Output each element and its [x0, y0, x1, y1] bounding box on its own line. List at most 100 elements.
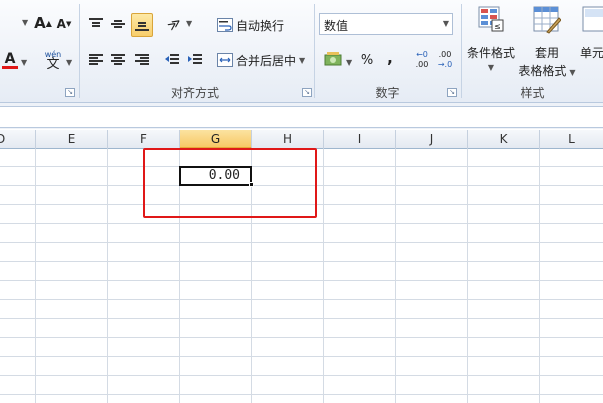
table-format-arrow-icon: ▼: [569, 68, 576, 77]
orientation-dropdown-arrow[interactable]: ▼: [186, 19, 192, 28]
merge-dropdown-arrow[interactable]: ▼: [299, 56, 305, 65]
conditional-format-button[interactable]: ≤ 条件格式 ▼: [465, 6, 517, 78]
font-launcher-icon[interactable]: ↘: [65, 88, 75, 97]
format-as-table-icon: [533, 6, 561, 34]
accounting-format-button[interactable]: [322, 50, 344, 70]
align-left-icon: [89, 54, 103, 65]
font-color-swatch: [2, 65, 18, 69]
align-left-button[interactable]: [87, 50, 105, 70]
alignment-launcher-icon[interactable]: ↘: [302, 88, 312, 97]
column-line: [35, 149, 36, 403]
percent-style-button[interactable]: %: [357, 50, 377, 70]
increase-decimal-bottom: .00: [415, 60, 429, 69]
font-size-dropdown-arrow[interactable]: ▼: [22, 18, 28, 27]
row-line: [0, 337, 603, 338]
grow-font-button[interactable]: A ▲: [33, 12, 53, 34]
align-middle-icon: [111, 20, 125, 28]
number-format-value: 数值: [324, 19, 349, 33]
row-line: [0, 318, 603, 319]
column-header-i[interactable]: I: [324, 130, 396, 149]
row-line: [0, 394, 603, 395]
merge-center-label: 合并后居中: [236, 53, 297, 68]
conditional-format-icon: ≤: [478, 6, 504, 32]
phonetic-button[interactable]: wén 文: [42, 48, 64, 72]
column-label: D: [0, 132, 6, 146]
accounting-icon: [324, 52, 342, 66]
orientation-button[interactable]: ≫: [165, 14, 185, 34]
phonetic-dropdown-arrow[interactable]: ▼: [66, 58, 72, 67]
increase-decimal-button[interactable]: ←0 .00: [411, 48, 433, 72]
number-format-dropdown[interactable]: 数值 ▼: [319, 13, 453, 35]
align-right-icon: [135, 54, 149, 65]
highlight-annotation-box: [143, 148, 317, 218]
format-as-table-button[interactable]: 套用 表格格式 ▼: [518, 6, 576, 78]
font-color-label: A: [4, 50, 16, 67]
decrease-indent-button[interactable]: [163, 50, 181, 70]
font-color-dropdown-arrow[interactable]: ▼: [21, 58, 27, 67]
wrap-text-button[interactable]: 自动换行: [217, 15, 289, 35]
column-header-l[interactable]: L: [540, 130, 603, 149]
align-bottom-icon: [135, 22, 149, 31]
number-group-label: 数字: [375, 86, 400, 100]
decrease-indent-icon: [165, 54, 179, 64]
row-line: [0, 242, 603, 243]
align-bottom-button[interactable]: [131, 13, 153, 37]
align-middle-button[interactable]: [109, 14, 127, 34]
table-format-label-1: 套用: [534, 46, 559, 60]
row-line: [0, 299, 603, 300]
grow-arrow-icon: ▲: [45, 18, 52, 28]
column-header-f[interactable]: F: [108, 130, 180, 149]
styles-group-label: 样式: [520, 86, 545, 100]
formula-input[interactable]: [0, 106, 603, 128]
align-right-button[interactable]: [133, 50, 151, 70]
table-format-label-2-wrap: 表格格式 ▼: [518, 62, 576, 79]
wrap-text-label: 自动换行: [236, 18, 285, 33]
number-launcher-icon[interactable]: ↘: [447, 88, 457, 97]
row-line: [0, 223, 603, 224]
accounting-dropdown-arrow[interactable]: ▼: [346, 58, 352, 67]
comma-style-button[interactable]: ,: [382, 48, 398, 68]
ribbon: ▼ A ▲ A ▼ A ▼ wén 文 ▼ ↘ ≫ ▼ 自动换行 合并后居中 ▼…: [0, 0, 603, 103]
increase-indent-button[interactable]: [186, 50, 204, 70]
wrap-text-icon: [217, 18, 233, 32]
row-line: [0, 280, 603, 281]
column-header-d[interactable]: D: [0, 130, 36, 149]
conditional-format-label: 条件格式: [466, 46, 515, 60]
orientation-icon: ≫: [165, 13, 185, 35]
merge-center-button[interactable]: 合并后居中 ▼: [217, 50, 309, 70]
column-header-g[interactable]: G: [180, 130, 252, 149]
cell-styles-icon: [582, 6, 603, 32]
column-header-row: D E F G H I J K L: [0, 130, 603, 149]
align-center-icon: [111, 54, 125, 65]
svg-text:≤: ≤: [494, 22, 501, 31]
cell-styles-label: 单元: [580, 46, 603, 60]
align-top-button[interactable]: [87, 14, 105, 34]
increase-indent-icon: [188, 54, 202, 64]
column-line: [323, 149, 324, 403]
column-line: [539, 149, 540, 403]
shrink-font-button[interactable]: A ▼: [55, 13, 73, 35]
decrease-decimal-top: .00: [438, 50, 452, 59]
grow-font-label: A: [34, 14, 46, 32]
column-header-k[interactable]: K: [468, 130, 540, 149]
column-header-j[interactable]: J: [396, 130, 468, 149]
row-line: [0, 356, 603, 357]
table-format-label-2: 表格格式: [518, 64, 567, 78]
column-line: [395, 149, 396, 403]
alignment-group-label: 对齐方式: [170, 86, 219, 100]
align-top-icon: [89, 18, 103, 27]
conditional-format-arrow-icon: ▼: [487, 63, 495, 72]
column-line: [107, 149, 108, 403]
decrease-decimal-button[interactable]: .00 →.0: [434, 48, 456, 72]
cell-styles-button[interactable]: 单元: [578, 6, 603, 78]
merge-center-icon: [217, 53, 233, 67]
row-line: [0, 261, 603, 262]
column-header-e[interactable]: E: [36, 130, 108, 149]
increase-decimal-top: ←0: [416, 50, 428, 59]
align-center-button[interactable]: [109, 50, 127, 70]
shrink-arrow-icon: ▼: [65, 20, 72, 28]
number-format-arrow-icon[interactable]: ▼: [443, 19, 449, 28]
shrink-font-label: A: [56, 17, 66, 31]
column-header-h[interactable]: H: [252, 130, 324, 149]
font-color-button[interactable]: A: [2, 50, 18, 70]
